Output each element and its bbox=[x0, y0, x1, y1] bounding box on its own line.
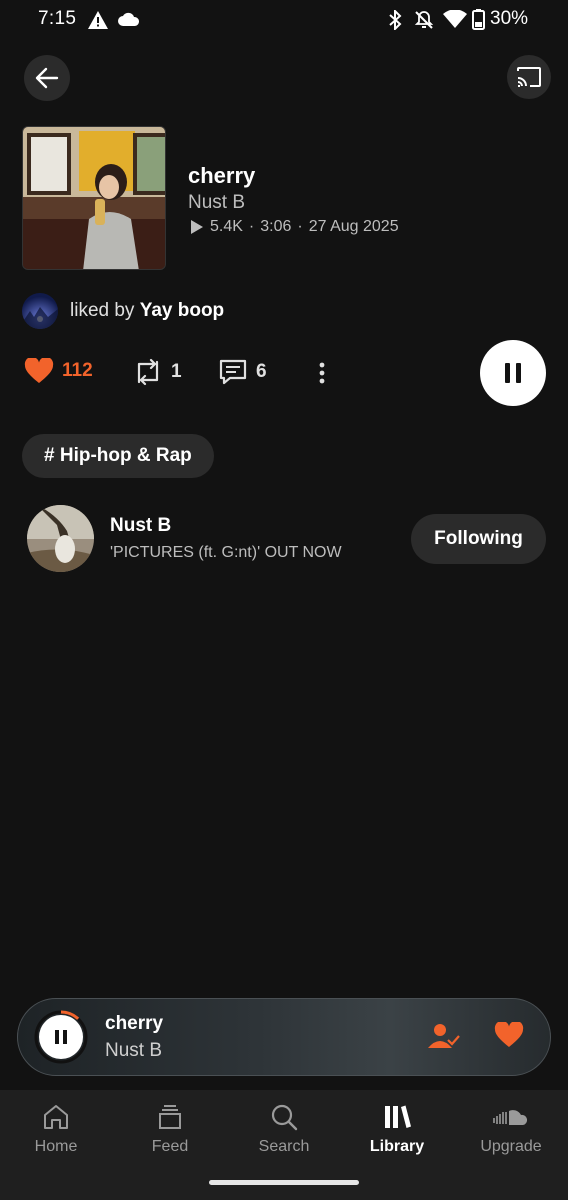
track-artist[interactable]: Nust B bbox=[188, 192, 245, 214]
status-bar: 7:15 30% bbox=[0, 0, 568, 40]
track-duration: 3:06 bbox=[260, 218, 292, 235]
search-icon bbox=[269, 1100, 299, 1134]
nav-upgrade[interactable]: Upgrade bbox=[461, 1100, 561, 1156]
nav-library-label: Library bbox=[369, 1138, 425, 1155]
home-indicator bbox=[209, 1180, 359, 1185]
nav-search-label: Search bbox=[258, 1138, 310, 1155]
like-count: 112 bbox=[62, 360, 93, 381]
nav-home-label: Home bbox=[34, 1138, 78, 1155]
play-count-icon bbox=[191, 220, 203, 234]
liked-by-user[interactable]: Yay boop bbox=[140, 300, 224, 321]
play-count: 5.4K bbox=[210, 218, 243, 235]
notifications-off-icon bbox=[414, 11, 434, 29]
mini-pause-button[interactable] bbox=[34, 1010, 88, 1064]
like-button[interactable]: 112 bbox=[24, 358, 93, 384]
track-artwork[interactable] bbox=[22, 126, 166, 270]
nav-feed[interactable]: Feed bbox=[120, 1100, 220, 1156]
mini-like-button[interactable] bbox=[494, 1020, 526, 1052]
nav-search[interactable]: Search bbox=[234, 1100, 334, 1156]
comment-icon bbox=[219, 359, 247, 385]
mini-player-title: cherry bbox=[105, 1013, 164, 1034]
following-button[interactable]: Following bbox=[411, 514, 546, 564]
liked-by-text: liked by Yay boop bbox=[70, 300, 224, 322]
status-time: 7:15 bbox=[38, 8, 77, 29]
cloud-icon bbox=[118, 12, 140, 26]
artist-avatar[interactable] bbox=[27, 505, 94, 572]
upload-date: 27 Aug 2025 bbox=[308, 218, 399, 235]
pause-icon bbox=[505, 363, 521, 383]
mini-player[interactable] bbox=[17, 998, 551, 1076]
artist-status: 'PICTURES (ft. G:nt)' OUT NOW bbox=[110, 544, 342, 561]
mini-player-artist: Nust B bbox=[105, 1040, 163, 1061]
repost-icon bbox=[137, 358, 159, 386]
arrow-left-icon bbox=[35, 67, 59, 89]
battery-percent: 30% bbox=[490, 8, 529, 29]
follow-user-button[interactable] bbox=[428, 1022, 460, 1052]
liker-avatar[interactable] bbox=[22, 293, 58, 329]
soundcloud-icon bbox=[493, 1100, 529, 1134]
nav-feed-label: Feed bbox=[151, 1138, 189, 1155]
comment-count: 6 bbox=[256, 361, 267, 382]
more-options-button[interactable] bbox=[310, 358, 334, 388]
library-icon bbox=[382, 1100, 412, 1134]
pause-button[interactable] bbox=[480, 340, 546, 406]
repost-count: 1 bbox=[171, 361, 182, 382]
cast-icon bbox=[517, 67, 541, 87]
meta-separator: · bbox=[248, 218, 255, 235]
nav-upgrade-label: Upgrade bbox=[480, 1138, 542, 1155]
nav-library[interactable]: Library bbox=[347, 1100, 447, 1156]
wifi-icon bbox=[443, 10, 467, 28]
genre-tag[interactable]: # Hip-hop & Rap bbox=[22, 434, 214, 478]
meta-separator: · bbox=[297, 218, 303, 235]
user-check-icon bbox=[428, 1024, 460, 1048]
heart-icon bbox=[494, 1020, 524, 1047]
back-button[interactable] bbox=[24, 55, 70, 101]
track-title: cherry bbox=[188, 163, 256, 188]
more-vertical-icon bbox=[319, 362, 325, 384]
nav-home[interactable]: Home bbox=[6, 1100, 106, 1156]
track-meta: 5.4K · 3:06 · 27 Aug 2025 bbox=[190, 218, 399, 236]
battery-icon bbox=[472, 9, 485, 30]
warning-icon bbox=[88, 11, 108, 29]
artist-name[interactable]: Nust B bbox=[110, 515, 171, 537]
progress-ring bbox=[34, 1010, 88, 1064]
artwork-image bbox=[23, 127, 165, 269]
liked-by-prefix: liked by bbox=[70, 300, 135, 321]
repost-button[interactable]: 1 bbox=[133, 358, 182, 386]
comments-button[interactable]: 6 bbox=[218, 358, 267, 386]
bluetooth-icon bbox=[389, 10, 402, 30]
home-icon bbox=[41, 1100, 71, 1134]
feed-icon bbox=[157, 1100, 183, 1134]
cast-button[interactable] bbox=[507, 55, 551, 99]
heart-icon bbox=[24, 358, 54, 383]
